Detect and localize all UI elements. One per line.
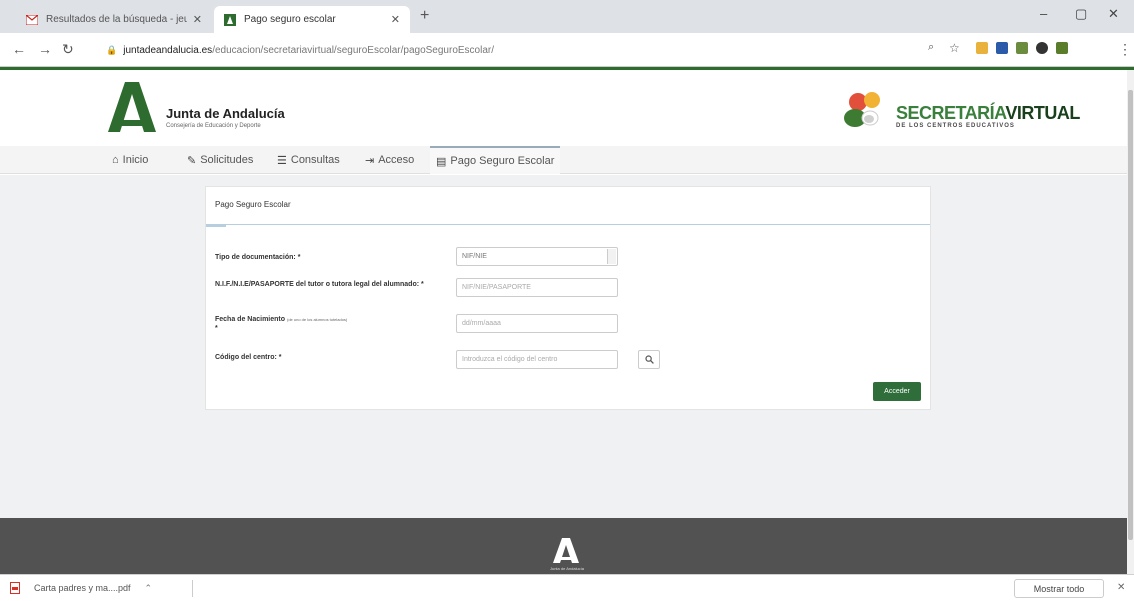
scrollbar-thumb[interactable] [1128,90,1133,540]
download-item[interactable]: Carta padres y ma....pdf ⌃ [10,582,152,594]
nif-label: N.I.F./N.I.E/PASAPORTE del tutor o tutor… [215,281,424,288]
zoom-icon[interactable]: ⌕ [928,41,934,54]
nav-inicio[interactable]: ⌂ Inicio [112,146,148,174]
fecha-nacimiento-input[interactable]: dd/mm/aaaa [456,314,618,333]
gmail-icon [26,14,38,26]
bookmark-star-icon[interactable]: ☆ [949,41,960,55]
search-icon [644,355,654,364]
secretaria-virtual-title: SECRETARÍAVIRTUAL [896,103,1080,124]
maximize-button[interactable]: ▢ [1075,6,1087,22]
junta-favicon-icon [224,13,236,26]
tab-close-icon[interactable]: ✕ [193,13,202,26]
home-icon: ⌂ [112,154,119,166]
list-icon: ☰ [277,154,287,167]
nav-label: Solicitudes [200,154,254,166]
org-name: Junta de Andalucía [166,106,285,121]
url-path: /educacion/secretariavirtual/seguroEscol… [212,44,495,56]
extension-icon[interactable] [976,42,988,54]
minimize-button[interactable]: – [1040,6,1047,21]
nav-acceso[interactable]: ⇥ Acceso [365,146,414,174]
download-bar: Carta padres y ma....pdf ⌃ Mostrar todo … [0,574,1134,601]
browser-tab-search-results[interactable]: Resultados de la búsqueda - jeu ✕ [16,6,212,33]
download-filename: Carta padres y ma....pdf [34,583,131,593]
login-icon: ⇥ [365,154,375,167]
main-navbar: ⌂ Inicio ✎ Solicitudes ☰ Consultas ⇥ Acceso … [0,146,1134,174]
nif-input[interactable]: NIF/NIE/PASAPORTE [456,278,618,297]
sv-title-part1: SECRETARÍA [896,103,1006,123]
address-bar[interactable]: 🔒 juntadeandalucia.es /educacion/secreta… [106,41,926,59]
codigo-centro-label: Código del centro: * [215,354,282,361]
close-download-bar-icon[interactable]: ✕ [1117,582,1125,593]
extension-icon[interactable] [996,42,1008,54]
nav-label: Inicio [122,154,149,166]
tab-close-icon[interactable]: ✕ [391,13,400,26]
tab-title: Resultados de la búsqueda - jeu [46,14,187,25]
browser-toolbar: ← → ↻ 🔒 juntadeandalucia.es /educacion/s… [0,33,1134,67]
extension-icon[interactable] [1036,42,1048,54]
lock-icon: 🔒 [106,44,118,55]
secretaria-virtual-subtitle: DE LOS CENTROS EDUCATIVOS [896,123,1015,129]
menu-kebab-icon[interactable]: ⋮ [1118,41,1132,58]
divider [192,580,193,597]
select-value: NIF/NIE [462,253,487,260]
codigo-centro-input[interactable]: Introduzca el código del centro [456,350,618,369]
fecha-label-text: Fecha de Nacimiento [215,316,286,323]
panel-header-tab [206,225,226,227]
search-centro-button[interactable] [638,350,660,369]
fecha-nacimiento-label: Fecha de Nacimiento (de uno de los alumn… [215,315,437,333]
pencil-icon: ✎ [187,154,197,167]
new-tab-button[interactable]: + [420,7,429,25]
extension-icon[interactable] [1016,42,1028,54]
junta-footer-logo-icon [553,538,579,563]
show-all-downloads-button[interactable]: Mostrar todo [1014,579,1104,598]
acceder-button[interactable]: Acceder [873,382,921,401]
sv-title-part2: VIRTUAL [1005,103,1080,123]
org-subtitle: Consejería de Educación y Deporte [166,123,261,129]
browser-tab-pago-seguro[interactable]: Pago seguro escolar ✕ [214,6,410,33]
forward-arrow-icon[interactable]: → [38,41,52,57]
tipo-documentacion-select[interactable]: NIF/NIE [456,247,618,266]
chevron-up-icon[interactable]: ⌃ [145,583,153,594]
url-domain: juntadeandalucia.es [123,44,213,56]
nav-consultas[interactable]: ☰ Consultas [277,146,340,174]
browser-tabstrip: Resultados de la búsqueda - jeu ✕ Pago s… [0,0,1134,33]
tab-title: Pago seguro escolar [244,14,336,25]
reload-icon[interactable]: ↻ [62,41,74,58]
panel-header: Pago Seguro Escolar [206,187,930,225]
panel-title: Pago Seguro Escolar [215,200,291,209]
nav-label: Consultas [290,154,340,166]
fecha-required-mark: * [215,325,218,332]
nav-pago-seguro-escolar[interactable]: ▤ Pago Seguro Escolar [430,146,561,174]
tipo-documentacion-label: Tipo de documentación: * [215,254,301,261]
extension-icon[interactable] [1056,42,1068,54]
back-arrow-icon[interactable]: ← [12,41,26,57]
secretaria-virtual-logo-icon[interactable] [842,88,890,136]
window-close-button[interactable]: ✕ [1108,6,1119,22]
nav-label: Acceso [378,154,415,166]
payment-form-panel: Pago Seguro Escolar Tipo de documentació… [205,186,931,410]
chevron-down-icon [607,249,616,264]
site-header: Junta de Andalucía Consejería de Educaci… [0,70,1134,146]
footer-text: Junta de Andalucía [549,566,585,571]
site-footer: Junta de Andalucía [0,518,1134,574]
nav-solicitudes[interactable]: ✎ Solicitudes [187,146,253,174]
junta-logo-icon[interactable] [105,80,159,132]
nav-label: Pago Seguro Escolar [450,155,555,167]
pdf-file-icon [10,582,20,594]
fecha-label-note: (de uno de los alumnos tutelados) [286,317,348,322]
credit-card-icon: ▤ [436,155,447,168]
